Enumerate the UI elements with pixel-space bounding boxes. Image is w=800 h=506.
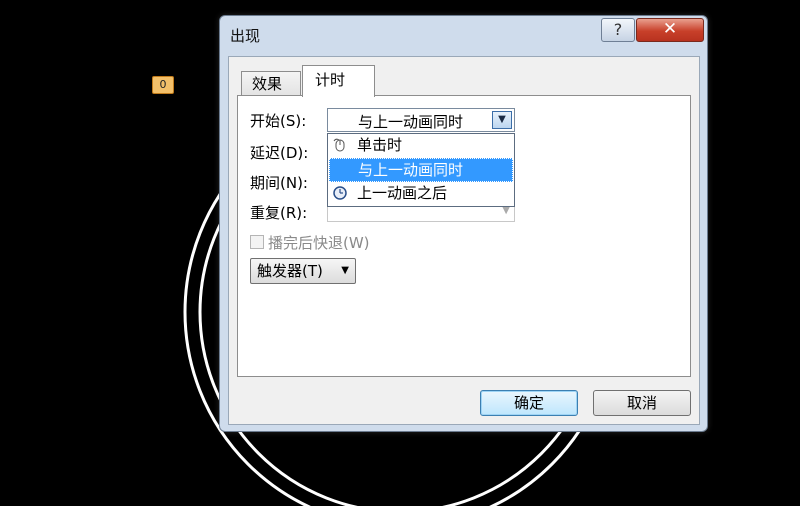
clock-icon [333, 186, 347, 200]
tab-timing[interactable]: 计时 [302, 65, 375, 97]
delay-label: 延迟(D): [250, 144, 309, 162]
dialog-content: 效果 计时 开始(S): 延迟(D): 期间(N): 重复(R): 与上一动画同… [228, 56, 700, 425]
timing-panel: 开始(S): 延迟(D): 期间(N): 重复(R): 与上一动画同时 ▼ ▼ [237, 95, 691, 377]
start-combo[interactable]: 与上一动画同时 ▼ [327, 108, 515, 132]
dropdown-option-label: 与上一动画同时 [358, 161, 464, 179]
dropdown-option-with-previous[interactable]: 与上一动画同时 [329, 158, 513, 182]
rewind-checkbox-label: 播完后快退(W) [268, 234, 370, 252]
double-chevron-down-icon: ▼ [341, 265, 349, 276]
period-label: 期间(N): [250, 174, 308, 192]
dropdown-option-label: 上一动画之后 [357, 184, 448, 202]
start-combo-value: 与上一动画同时 [358, 113, 464, 131]
close-button[interactable]: ✕ [636, 18, 704, 42]
trigger-button-label: 触发器(T) [257, 262, 323, 280]
chevron-down-icon[interactable]: ▼ [492, 111, 512, 129]
tab-effect[interactable]: 效果 [241, 71, 301, 97]
mouse-icon [333, 138, 345, 152]
ok-button[interactable]: 确定 [480, 390, 578, 416]
trigger-button[interactable]: 触发器(T) ▼ [250, 258, 356, 284]
animation-dialog: 出现 ? ✕ 效果 计时 开始(S): 延迟(D): 期间(N): 重复(R):… [219, 15, 708, 432]
title-bar[interactable]: 出现 ? ✕ [220, 16, 707, 56]
start-label: 开始(S): [250, 112, 307, 130]
dropdown-option-after-previous[interactable]: 上一动画之后 [329, 182, 513, 206]
cancel-button[interactable]: 取消 [593, 390, 691, 416]
rewind-checkbox[interactable] [250, 235, 264, 249]
repeat-label: 重复(R): [250, 204, 308, 222]
animation-order-tag[interactable]: 0 [152, 76, 174, 94]
dialog-title: 出现 [230, 27, 261, 45]
dropdown-option-label: 单击时 [357, 136, 403, 154]
dropdown-option-on-click[interactable]: 单击时 [329, 134, 513, 158]
start-dropdown-list: 单击时 与上一动画同时 上一动画之后 [327, 133, 515, 207]
help-button[interactable]: ? [601, 18, 635, 42]
